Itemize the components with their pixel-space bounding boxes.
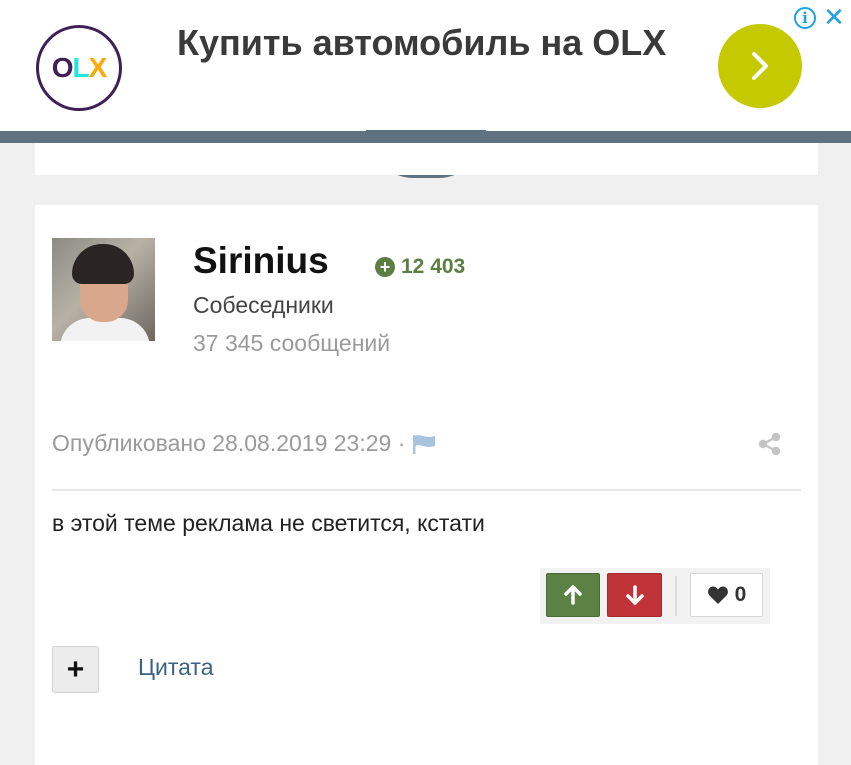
quote-link[interactable]: Цитата	[138, 654, 214, 681]
member-group: Собеседники	[193, 292, 334, 318]
published-text: Опубликовано 28.08.2019 23:29 ·	[52, 430, 406, 456]
reaction-separator	[675, 576, 677, 616]
divider	[52, 489, 801, 491]
logo-letter-l: L	[72, 52, 89, 83]
info-icon[interactable]: i	[794, 7, 816, 29]
share-icon[interactable]	[757, 431, 783, 457]
arrow-up-icon	[564, 585, 582, 605]
ad-go-button[interactable]	[718, 24, 802, 108]
downvote-button[interactable]	[607, 573, 662, 617]
like-button[interactable]: 0	[690, 573, 763, 617]
author-name[interactable]: Sirinius	[193, 240, 329, 282]
reputation-value: 12 403	[401, 255, 466, 278]
previous-post-card	[35, 143, 818, 175]
ad-banner[interactable]: O L X Купить автомобиль на OLX i ✕	[0, 0, 851, 132]
olx-logo[interactable]: O L X	[36, 25, 122, 111]
post-count: 37 345 сообщений	[193, 330, 391, 356]
post-content: в этой теме реклама не светится, кстати	[52, 510, 485, 536]
chevron-right-icon	[752, 52, 768, 80]
reputation-badge: + 12 403	[375, 255, 465, 279]
like-count: 0	[734, 583, 747, 606]
avatar[interactable]	[52, 238, 155, 341]
flag-icon[interactable]	[411, 433, 437, 455]
logo-letter-o: O	[51, 52, 74, 83]
arrow-down-icon	[625, 585, 644, 605]
close-icon[interactable]: ✕	[822, 4, 846, 30]
plus-circle-icon: +	[375, 257, 395, 277]
post-date: Опубликовано 28.08.2019 23:29 ·	[52, 430, 437, 457]
multiquote-button[interactable]: +	[52, 646, 99, 693]
heart-icon	[707, 586, 728, 604]
upvote-button[interactable]	[546, 573, 600, 617]
ad-title[interactable]: Купить автомобиль на OLX	[177, 18, 677, 68]
logo-letter-x: X	[88, 52, 108, 83]
